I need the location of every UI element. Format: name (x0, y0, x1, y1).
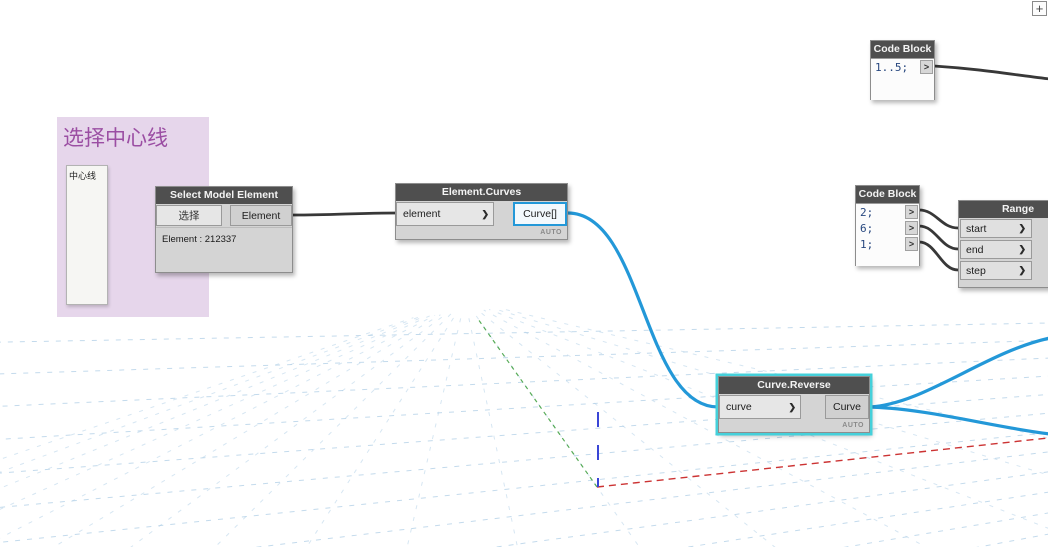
node-select-model-element[interactable]: Select Model Element 选择 Element Element … (155, 186, 293, 273)
port-label: Curve[] (523, 208, 557, 220)
port-label: element (403, 208, 440, 220)
zoom-in-button[interactable]: + (1032, 1, 1047, 16)
node-header-range[interactable]: Range (959, 201, 1048, 218)
code-line-text[interactable]: 1..5; (871, 61, 908, 74)
group-title[interactable]: 选择中心线 (57, 117, 209, 154)
port-label: start (966, 223, 986, 235)
node-range[interactable]: Range start ❯ end ❯ step ❯ (958, 200, 1048, 288)
port-label: end (966, 244, 984, 256)
wire-reverse-out-upper[interactable] (870, 338, 1048, 407)
wire-codeblock-to-range-step[interactable] (919, 242, 958, 270)
output-port-curve-array[interactable]: Curve[] (513, 202, 567, 226)
node-header-element-curves[interactable]: Element.Curves (396, 184, 567, 201)
lacing-label: AUTO (719, 420, 869, 432)
wire-curves-to-reverse[interactable] (568, 213, 718, 407)
dynamo-canvas[interactable]: 选择中心线 中心线 Select Model Element 选择 Elemen… (0, 0, 1048, 547)
wire-codeblock-top-out[interactable] (934, 66, 1048, 79)
input-port-step[interactable]: step ❯ (960, 261, 1032, 280)
port-chevron-icon: ❯ (788, 402, 796, 413)
input-port-curve[interactable]: curve ❯ (719, 395, 801, 419)
input-port-element-curves[interactable]: element ❯ (396, 202, 494, 226)
y-axis-green (478, 319, 597, 487)
lacing-label: AUTO (396, 227, 567, 239)
node-header-curve-reverse[interactable]: Curve.Reverse (719, 377, 869, 394)
output-port-chevron[interactable]: > (905, 205, 918, 219)
output-port-curve[interactable]: Curve (825, 395, 869, 419)
node-header-select-model-element[interactable]: Select Model Element (156, 187, 292, 204)
port-chevron-icon: ❯ (1018, 265, 1026, 276)
select-button[interactable]: 选择 (156, 205, 222, 226)
node-curve-reverse[interactable]: Curve.Reverse curve ❯ Curve AUTO (718, 376, 870, 433)
output-port-chevron[interactable]: > (905, 237, 918, 251)
wire-codeblock-to-range-end[interactable] (919, 226, 958, 249)
code-line-text[interactable]: 2; (856, 206, 873, 219)
port-chevron-icon: ❯ (1018, 244, 1026, 255)
input-port-end[interactable]: end ❯ (960, 240, 1032, 259)
code-line-text[interactable]: 1; (856, 238, 873, 251)
input-port-start[interactable]: start ❯ (960, 219, 1032, 238)
node-element-curves[interactable]: Element.Curves element ❯ Curve[] AUTO (395, 183, 568, 240)
port-label: curve (726, 401, 752, 413)
node-code-block-right[interactable]: Code Block 2; > 6; > 1; > (855, 185, 920, 266)
wire-select-to-curves[interactable] (293, 213, 396, 215)
note-node-centerline[interactable]: 中心线 (66, 165, 108, 305)
port-label: step (966, 265, 986, 277)
node-code-block-top[interactable]: Code Block 1..5; > (870, 40, 935, 100)
node-header-code-block-right[interactable]: Code Block (856, 186, 919, 203)
node-header-code-block-top[interactable]: Code Block (871, 41, 934, 58)
note-label: 中心线 (69, 171, 96, 181)
wire-reverse-out-lower[interactable] (870, 407, 1048, 434)
output-port-chevron[interactable]: > (905, 221, 918, 235)
perspective-grid (0, 308, 1048, 547)
wire-codeblock-to-range-start[interactable] (919, 210, 958, 228)
port-chevron-icon: ❯ (481, 209, 489, 220)
port-chevron-icon: ❯ (1018, 223, 1026, 234)
x-axis-red (597, 438, 1048, 487)
output-port-chevron[interactable]: > (920, 60, 933, 74)
selected-element-value: Element : 212337 (156, 227, 292, 272)
code-line-text[interactable]: 6; (856, 222, 873, 235)
output-port-element[interactable]: Element (230, 205, 292, 226)
